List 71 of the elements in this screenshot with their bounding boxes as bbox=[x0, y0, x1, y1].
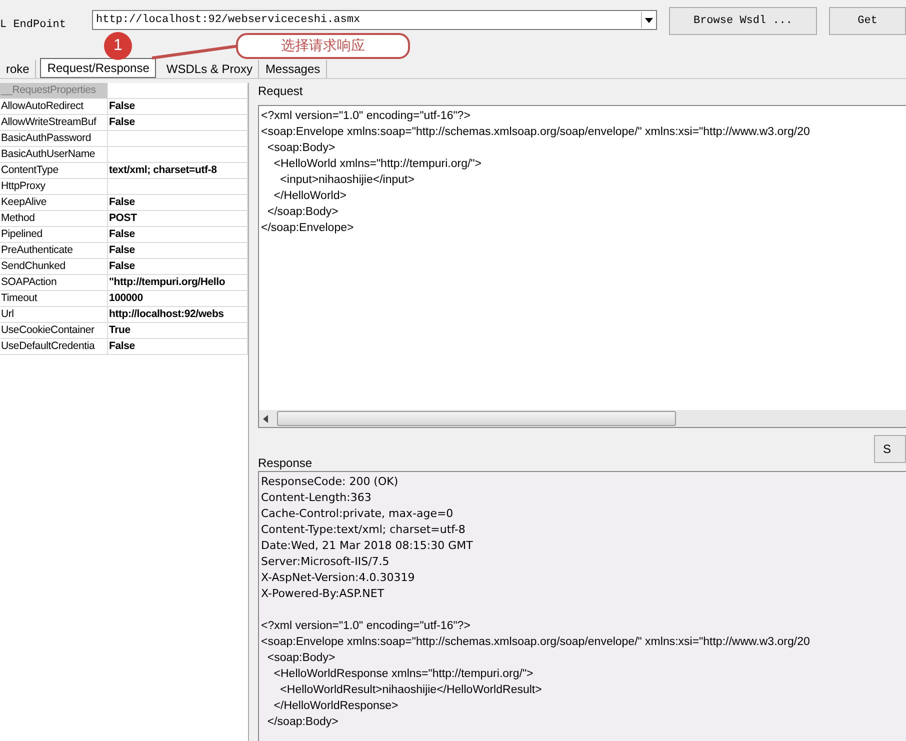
property-name: ContentType bbox=[0, 163, 108, 179]
property-value: False bbox=[108, 195, 248, 211]
property-value: False bbox=[108, 227, 248, 243]
scroll-thumb[interactable] bbox=[277, 411, 676, 426]
header-line: Content-Length:363 bbox=[261, 490, 372, 506]
header-line: Content-Type:text/xml; charset=utf-8 bbox=[261, 522, 466, 538]
code-line: <HelloWorldResult>nihaoshijie</HelloWorldResult> bbox=[279, 683, 543, 698]
category-header: __RequestProperties bbox=[0, 83, 108, 99]
send-button[interactable]: S bbox=[874, 435, 906, 463]
property-value: 100000 bbox=[108, 291, 248, 307]
callout: 选择请求响应 bbox=[236, 33, 410, 59]
code-line: </HelloWorld> bbox=[272, 189, 348, 204]
get-button[interactable]: Get bbox=[829, 7, 906, 35]
property-value: http://localhost:92/webs bbox=[108, 307, 248, 323]
property-name: SOAPAction bbox=[0, 275, 108, 291]
code-line: </HelloWorldResponse> bbox=[272, 699, 400, 714]
response-label: Response bbox=[258, 455, 314, 471]
property-name: SendChunked bbox=[0, 259, 108, 275]
code-line: </soap:Envelope> bbox=[261, 221, 355, 236]
code-line: <HelloWorld xmlns="http://tempuri.org/"> bbox=[272, 157, 482, 172]
property-value: POST bbox=[108, 211, 248, 227]
code-line: <soap:Body> bbox=[266, 651, 336, 666]
property-name: BasicAuthUserName bbox=[0, 147, 108, 163]
scroll-left-icon[interactable] bbox=[263, 414, 269, 422]
code-line: <HelloWorldResponse xmlns="http://tempuri.org/"> bbox=[272, 667, 534, 682]
property-value: False bbox=[108, 339, 248, 355]
property-name: AllowAutoRedirect bbox=[0, 99, 108, 115]
tab[interactable]: Request/Response bbox=[40, 58, 156, 78]
code-line: </soap:Body> bbox=[266, 205, 340, 220]
property-value: "http://tempuri.org/Hello bbox=[108, 275, 248, 291]
property-name: UseCookieContainer bbox=[0, 323, 108, 339]
property-value: text/xml; charset=utf-8 bbox=[108, 163, 248, 179]
code-line: <input>nihaoshijie</input> bbox=[279, 173, 416, 188]
property-name: Pipelined bbox=[0, 227, 108, 243]
property-value: False bbox=[108, 259, 248, 275]
property-value: False bbox=[108, 115, 248, 131]
request-label: Request bbox=[258, 83, 304, 100]
header-line: X-Powered-By:ASP.NET bbox=[261, 586, 386, 602]
header-line: X-AspNet-Version:4.0.30319 bbox=[261, 570, 416, 586]
endpoint-label: L EndPoint bbox=[0, 19, 68, 31]
property-value: True bbox=[108, 323, 248, 339]
code-line: </soap:Body> bbox=[266, 715, 340, 730]
code-line: <?xml version="1.0" encoding="utf-16"?> bbox=[261, 109, 472, 124]
code-line: <soap:Envelope xmlns:soap="http://schemas.xmlsoap.org/soap/envelope/" xmlns:xsi="http://www.w3.org/20 bbox=[261, 125, 811, 140]
code-line: <?xml version="1.0" encoding="utf-16"?> bbox=[261, 619, 472, 634]
property-name: PreAuthenticate bbox=[0, 243, 108, 259]
header-line: Date:Wed, 21 Mar 2018 08:15:30 GMT bbox=[261, 538, 474, 554]
property-name: Timeout bbox=[0, 291, 108, 307]
tab[interactable]: roke bbox=[0, 60, 36, 78]
property-name: AllowWriteStreamBuf bbox=[0, 115, 108, 131]
tab[interactable]: WSDLs & Proxy bbox=[160, 60, 260, 78]
property-value: False bbox=[108, 243, 248, 259]
property-name: Url bbox=[0, 307, 108, 323]
header-line: ResponseCode: 200 (OK) bbox=[261, 474, 400, 490]
property-name: BasicAuthPassword bbox=[0, 131, 108, 147]
header-line: Server:Microsoft-IIS/7.5 bbox=[261, 554, 390, 570]
code-line: <soap:Envelope xmlns:soap="http://schemas.xmlsoap.org/soap/envelope/" xmlns:xsi="http://www.w3.org/20 bbox=[261, 635, 811, 650]
property-name: HttpProxy bbox=[0, 179, 108, 195]
endpoint-combobox[interactable]: http://localhost:92/webserviceceshi.asmx bbox=[92, 10, 657, 30]
step-number-badge: 1 bbox=[104, 32, 132, 60]
property-value: False bbox=[108, 99, 248, 115]
browse-wsdl-button[interactable]: Browse Wsdl ... bbox=[669, 7, 817, 35]
dropdown-arrow-icon bbox=[641, 12, 656, 28]
property-name: UseDefaultCredentia bbox=[0, 339, 108, 355]
horizontal-scrollbar[interactable] bbox=[259, 410, 906, 427]
property-name: KeepAlive bbox=[0, 195, 108, 211]
code-line: <soap:Body> bbox=[266, 141, 336, 156]
tab[interactable]: Messages bbox=[259, 60, 328, 78]
property-name: Method bbox=[0, 211, 108, 227]
header-line: Cache-Control:private, max-age=0 bbox=[261, 506, 454, 522]
request-editor[interactable] bbox=[258, 105, 906, 428]
